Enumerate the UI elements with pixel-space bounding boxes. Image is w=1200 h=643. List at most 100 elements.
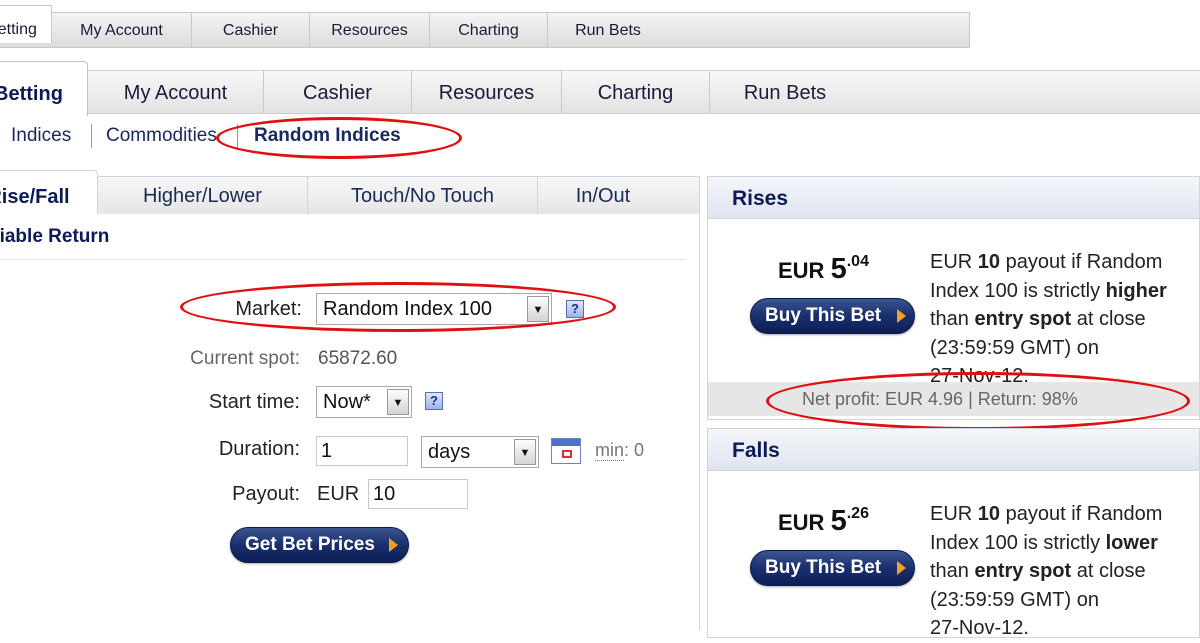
desc-text: EUR: [930, 503, 978, 525]
payout-input[interactable]: 10: [368, 479, 468, 509]
get-bet-prices-label: Get Bet Prices: [245, 534, 375, 555]
calendar-icon-marker: [562, 450, 572, 458]
current-spot-label: Current spot:: [190, 348, 300, 369]
start-time-label: Start time:: [208, 391, 300, 413]
tab-run-bets[interactable]: Run Bets: [710, 71, 860, 114]
falls-panel: Falls EUR 5.26 Buy This Bet EUR 10 payou…: [707, 428, 1200, 639]
desc-text: at close: [1071, 308, 1146, 330]
section-title: Variable Return: [0, 226, 110, 247]
tab-rise-fall[interactable]: Rise/Fall: [0, 170, 98, 215]
tab-charting-small[interactable]: Charting: [430, 13, 548, 48]
desc-text: 27-Nov-12.: [930, 617, 1029, 639]
tab-label: Cashier: [303, 82, 372, 104]
arrow-right-icon: [389, 538, 398, 552]
chevron-down-icon[interactable]: ▼: [514, 439, 536, 465]
tab-label: Betting: [0, 21, 37, 38]
current-spot-value: 65872.60: [318, 348, 398, 369]
tab-my-account-small[interactable]: My Account: [52, 13, 192, 48]
desc-bold: entry spot: [974, 560, 1072, 582]
rises-title: Rises: [708, 177, 1199, 219]
buy-falls-button[interactable]: Buy This Bet: [750, 550, 915, 586]
falls-description: EUR 10 payout if Random Index 100 is str…: [930, 500, 1200, 643]
tab-label: Charting: [458, 22, 519, 39]
divider: [0, 259, 685, 260]
tab-label: Resources: [438, 82, 535, 104]
desc-text: (23:59:59 GMT) on: [930, 336, 1099, 359]
desc-bold: entry spot: [974, 308, 1072, 330]
payout-label: Payout:: [232, 483, 300, 505]
help-icon[interactable]: ?: [566, 300, 584, 318]
desc-line: EUR 10 payout if Random: [930, 248, 1200, 277]
tab-in-out[interactable]: In/Out: [538, 177, 668, 214]
duration-input[interactable]: 1: [316, 436, 408, 466]
tab-cashier-small[interactable]: Cashier: [192, 13, 310, 48]
desc-bold: higher: [1105, 279, 1167, 302]
tab-my-account[interactable]: My Account: [88, 71, 264, 114]
rises-panel: Rises EUR 5.04 Buy This Bet EUR 10 payou…: [707, 176, 1200, 420]
tab-resources[interactable]: Resources: [412, 71, 562, 114]
tab-charting[interactable]: Charting: [562, 71, 710, 114]
desc-line: Index 100 is strictly lower: [930, 529, 1200, 558]
top-nav: Betting My Account Cashier Resources Cha…: [0, 61, 1200, 116]
buy-rises-button[interactable]: Buy This Bet: [750, 298, 915, 334]
duration-unit-select[interactable]: days ▼: [421, 436, 539, 468]
tab-higher-lower[interactable]: Higher/Lower: [98, 177, 308, 214]
buy-button-label: Buy This Bet: [765, 305, 882, 326]
desc-line: (23:59:59 GMT) on: [930, 586, 1200, 615]
falls-currency: EUR: [778, 510, 825, 535]
falls-price-int: 5: [830, 505, 847, 537]
help-icon[interactable]: ?: [425, 392, 443, 410]
falls-price-dec: .26: [846, 505, 869, 522]
tab-label: Touch/No Touch: [350, 185, 495, 207]
desc-text: than: [930, 560, 975, 582]
start-time-value: Now*: [323, 391, 371, 413]
tab-run-bets-small[interactable]: Run Bets: [548, 13, 668, 48]
desc-line: 27-Nov-12.: [930, 614, 1200, 643]
tab-touch-no-touch[interactable]: Touch/No Touch: [308, 177, 538, 214]
subnav-indices[interactable]: Indices: [11, 125, 71, 147]
desc-text: (23:59:59 GMT) on: [930, 588, 1099, 611]
arrow-right-icon: [897, 309, 906, 323]
subnav-divider: [91, 124, 92, 148]
desc-line: EUR 10 payout if Random: [930, 500, 1200, 529]
desc-text: Index 100 is strictly: [930, 531, 1106, 554]
bet-form-panel: Variable Return Market: Random Index 100…: [0, 214, 700, 630]
tab-cashier[interactable]: Cashier: [264, 71, 412, 114]
min-label: min: [595, 440, 625, 461]
start-time-select[interactable]: Now* ▼: [316, 386, 412, 418]
tab-label: My Account: [123, 82, 228, 104]
min-value: : 0: [624, 440, 645, 460]
market-label: Market:: [235, 298, 302, 320]
desc-line: Index 100 is strictly higher: [930, 277, 1200, 306]
duration-unit-value: days: [428, 441, 471, 463]
chevron-down-icon[interactable]: ▼: [527, 296, 549, 322]
falls-title: Falls: [708, 429, 1199, 471]
tab-label: Charting: [597, 82, 674, 104]
tab-betting-small[interactable]: Betting: [0, 5, 52, 43]
tab-label: Higher/Lower: [143, 185, 262, 207]
market-select-value: Random Index 100: [323, 298, 493, 320]
get-bet-prices-button[interactable]: Get Bet Prices: [230, 527, 409, 563]
duration-label: Duration:: [218, 438, 300, 460]
desc-text: at close: [1071, 560, 1146, 582]
rises-net-profit: Net profit: EUR 4.96 | Return: 98%: [708, 382, 1199, 416]
market-subnav: Indices Commodities Random Indices: [0, 120, 700, 152]
tab-label: Cashier: [222, 22, 279, 39]
tab-label: Resources: [331, 22, 408, 39]
chevron-down-icon[interactable]: ▼: [387, 389, 409, 415]
tab-betting[interactable]: Betting: [0, 61, 88, 116]
calendar-icon[interactable]: [551, 438, 581, 464]
desc-text: payout if Random: [1000, 251, 1163, 273]
market-select[interactable]: Random Index 100 ▼: [316, 293, 552, 325]
buy-button-label: Buy This Bet: [765, 557, 882, 578]
subnav-commodities[interactable]: Commodities: [106, 125, 217, 147]
tab-label: Rise/Fall: [0, 186, 70, 208]
tab-label: Betting: [0, 83, 63, 105]
desc-text: than: [930, 308, 975, 330]
desc-text: payout if Random: [1000, 503, 1163, 525]
rises-price-dec: .04: [846, 253, 869, 270]
subnav-random-indices[interactable]: Random Indices: [254, 125, 401, 147]
duration-min-hint: min: 0: [595, 440, 644, 461]
tab-label: Run Bets: [743, 82, 827, 104]
tab-resources-small[interactable]: Resources: [310, 13, 430, 48]
